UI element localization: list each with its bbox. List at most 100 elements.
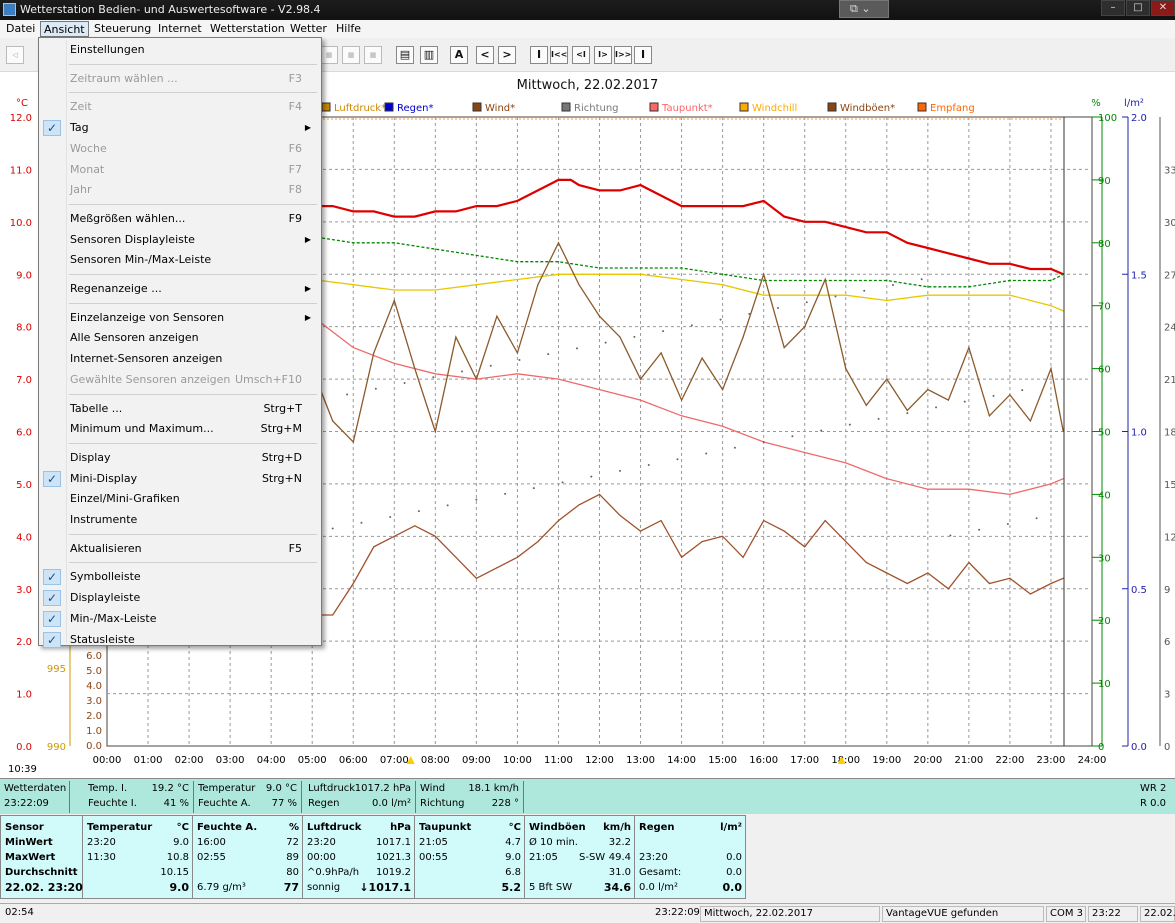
direction-dot: [331, 527, 334, 530]
back-icon[interactable]: ◁: [6, 46, 24, 64]
minimize-button[interactable]: –: [1101, 0, 1125, 16]
step-back-button[interactable]: <I: [572, 46, 590, 64]
mm-gust-max: 49.4: [608, 852, 631, 863]
mm-temp-avg: 10.15: [160, 867, 189, 878]
series-point: [968, 347, 970, 349]
series-point: [414, 525, 416, 527]
menu-item-label: Tabelle ...: [70, 401, 123, 415]
series-point: [947, 588, 949, 590]
menu-item-tag[interactable]: ✓ Tag ▶: [39, 118, 321, 138]
y-wind-tick: 2.0: [86, 711, 102, 722]
series-point: [455, 556, 457, 558]
x-tick-label: 21:00: [954, 755, 983, 764]
fast-forward-button[interactable]: I>>: [614, 46, 632, 64]
series-point: [373, 352, 375, 354]
direction-dot: [633, 335, 636, 338]
series-point: [660, 195, 662, 197]
end-button[interactable]: I: [634, 46, 652, 64]
series-point: [927, 572, 929, 574]
menu-item-symbolleiste[interactable]: ✓ Symbolleiste: [39, 567, 321, 587]
direction-dot: [475, 498, 478, 501]
series-point: [639, 530, 642, 532]
table-icon[interactable]: ▤: [396, 46, 414, 64]
y-temp-tick: 6.0: [16, 428, 32, 439]
menu-item-min-max-leiste[interactable]: ✓ Min-/Max-Leiste: [39, 609, 321, 629]
y-percent-tick: 70: [1098, 302, 1111, 313]
x-tick-label: 00:00: [93, 755, 122, 764]
mm-rain-total: 0.0: [726, 867, 742, 878]
y-temp-tick: 4.0: [16, 532, 32, 543]
series-point: [722, 205, 724, 207]
series-point: [824, 278, 826, 281]
step-forward-button[interactable]: I>: [594, 46, 612, 64]
menu-item-instrumente[interactable]: Instrumente: [39, 510, 321, 530]
menu-item-jahr: Jahr F8: [39, 180, 321, 200]
display-indoor: Temp. I. 19.2 °C Feuchte I. 41 %: [84, 781, 194, 813]
menu-item-displayleiste[interactable]: ✓ Displayleiste: [39, 588, 321, 608]
menu-item-statusleiste[interactable]: ✓ Statusleiste: [39, 630, 321, 650]
direction-dot: [978, 528, 981, 531]
menu-item-einzelanzeige-von-sensoren[interactable]: Einzelanzeige von Sensoren ▶: [39, 308, 321, 328]
start-button[interactable]: I: [530, 46, 548, 64]
direction-dot: [906, 412, 909, 415]
menu-item-mini-display[interactable]: ✓ Mini-Display Strg+N: [39, 469, 321, 489]
next-button[interactable]: >: [498, 46, 516, 64]
menu-item-regenanzeige[interactable]: Regenanzeige ... ▶: [39, 279, 321, 299]
menu-item-sensoren-displayleiste[interactable]: Sensoren Displayleiste ▶: [39, 230, 321, 250]
menu-item-meßgrößen-wählen[interactable]: Meßgrößen wählen... F9: [39, 209, 321, 229]
font-button[interactable]: A: [450, 46, 468, 64]
series-point: [1050, 582, 1052, 585]
menu-item-display[interactable]: Display Strg+D: [39, 448, 321, 468]
series-point: [332, 614, 334, 616]
close-button[interactable]: ✕: [1151, 0, 1175, 16]
submenu-arrow-icon: ▶: [304, 123, 311, 133]
menu-wetter[interactable]: Wetter: [290, 21, 327, 37]
series-point: [865, 231, 867, 233]
y-rain-tick: 1.5: [1131, 270, 1147, 281]
maximize-button[interactable]: □: [1126, 0, 1150, 16]
menu-item-einstellungen[interactable]: Einstellungen: [39, 40, 321, 60]
menu-item-shortcut: Umsch+F10: [234, 372, 302, 386]
window-tools[interactable]: ⧉ ⌄: [839, 0, 889, 18]
mm-gust-avg: 31.0: [608, 867, 631, 878]
menu-datei[interactable]: Datei: [6, 21, 35, 37]
series-point: [639, 273, 642, 275]
series-point: [496, 567, 498, 569]
series-point: [988, 415, 990, 417]
menu-item-tabelle[interactable]: Tabelle ... Strg+T: [39, 399, 321, 419]
menu-item-sensoren-min-max-leiste[interactable]: Sensoren Min-/Max-Leiste: [39, 250, 321, 270]
menu-ansicht[interactable]: Ansicht: [40, 21, 89, 37]
menu-hilfe[interactable]: Hilfe: [336, 21, 361, 37]
series-point: [352, 210, 354, 212]
series-point: [516, 278, 519, 281]
menu-item-shortcut: Strg+N: [261, 471, 302, 485]
menu-wetterstation[interactable]: Wetterstation: [210, 21, 285, 37]
calendar-icon-3[interactable]: ▦: [364, 46, 382, 64]
prev-button[interactable]: <: [476, 46, 494, 64]
minmax-icon[interactable]: ▥: [420, 46, 438, 64]
y-rain-tick: 1.0: [1131, 428, 1147, 439]
mm-regen: Regen l/m² 23:20 0.0 Gesamt: 0.0 0.0 l/m² 0.…: [635, 816, 745, 898]
series-point: [722, 535, 724, 537]
series-point: [393, 535, 395, 537]
menu-item-minimum-und-maximum[interactable]: Minimum und Maximum... Strg+M: [39, 419, 321, 439]
menu-item-aktualisieren[interactable]: Aktualisieren F5: [39, 539, 321, 559]
x-tick-label: 15:00: [708, 755, 737, 764]
menu-item-internet-sensoren-anzeigen[interactable]: Internet-Sensoren anzeigen: [39, 349, 321, 369]
series-point: [804, 279, 806, 282]
x-tick-label: 03:00: [216, 755, 245, 764]
y-rain-unit: l/m²: [1124, 98, 1144, 109]
direction-dot: [848, 423, 851, 426]
calendar-icon-2[interactable]: ▦: [342, 46, 360, 64]
fast-back-button[interactable]: I<<: [550, 46, 568, 64]
menu-steuerung[interactable]: Steuerung: [94, 21, 151, 37]
menu-item-label: Einzel/Mini-Grafiken: [70, 492, 180, 506]
menu-item-einzel-mini-grafiken[interactable]: Einzel/Mini-Grafiken: [39, 489, 321, 509]
series-point: [598, 267, 601, 269]
y-temp-unit: °C: [16, 98, 28, 109]
menu-item-alle-sensoren-anzeigen[interactable]: Alle Sensoren anzeigen: [39, 328, 321, 348]
direction-dot: [820, 429, 823, 432]
menu-internet[interactable]: Internet: [158, 21, 202, 37]
display-wr: WR 2 R 0.0: [1140, 781, 1175, 813]
calendar-icon[interactable]: ▦: [320, 46, 338, 64]
